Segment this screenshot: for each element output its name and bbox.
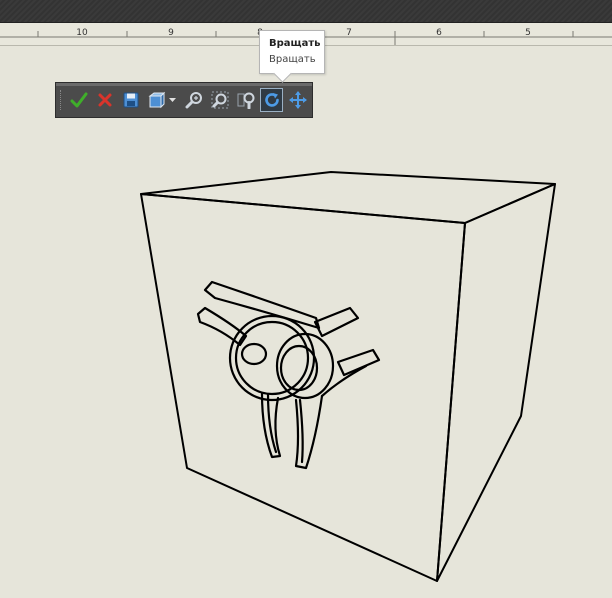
save-icon [123,92,139,108]
wireframe-cube-model [140,171,556,582]
top-title-bar [0,0,612,23]
3d-viewport[interactable] [0,46,612,594]
tooltip-description: Вращать [269,54,316,65]
zoom-fit-button[interactable] [208,88,231,112]
rotate-button[interactable] [260,88,284,112]
rotate-tooltip: Вращать Вращать [259,30,325,74]
cancel-button[interactable] [94,88,117,112]
pan-icon [288,91,307,109]
checkmark-icon [70,92,88,108]
chevron-down-icon [168,97,176,102]
ruler-label: 10 [76,28,88,38]
rotate-icon [264,93,279,107]
confirm-button[interactable] [68,88,91,112]
cancel-icon [98,93,112,107]
ruler-label: 6 [436,28,442,38]
toolbar-grip-handle[interactable] [60,90,64,110]
view-orientation-button[interactable] [146,88,169,112]
ruler-label: 9 [168,28,174,38]
zoom-button[interactable] [182,88,205,112]
ruler-label: 7 [346,28,352,38]
pan-button[interactable] [286,88,309,112]
view-toolbar [55,82,313,118]
tooltip-title: Вращать [269,38,321,49]
view-orientation-dropdown[interactable] [168,88,177,112]
zoom-region-icon [237,92,255,109]
zoom-region-button[interactable] [234,88,257,112]
zoom-fit-icon [211,91,229,109]
save-button[interactable] [120,88,143,112]
ruler-label: 5 [525,28,531,38]
zoom-icon [185,92,202,109]
view-orientation-icon [148,91,166,109]
